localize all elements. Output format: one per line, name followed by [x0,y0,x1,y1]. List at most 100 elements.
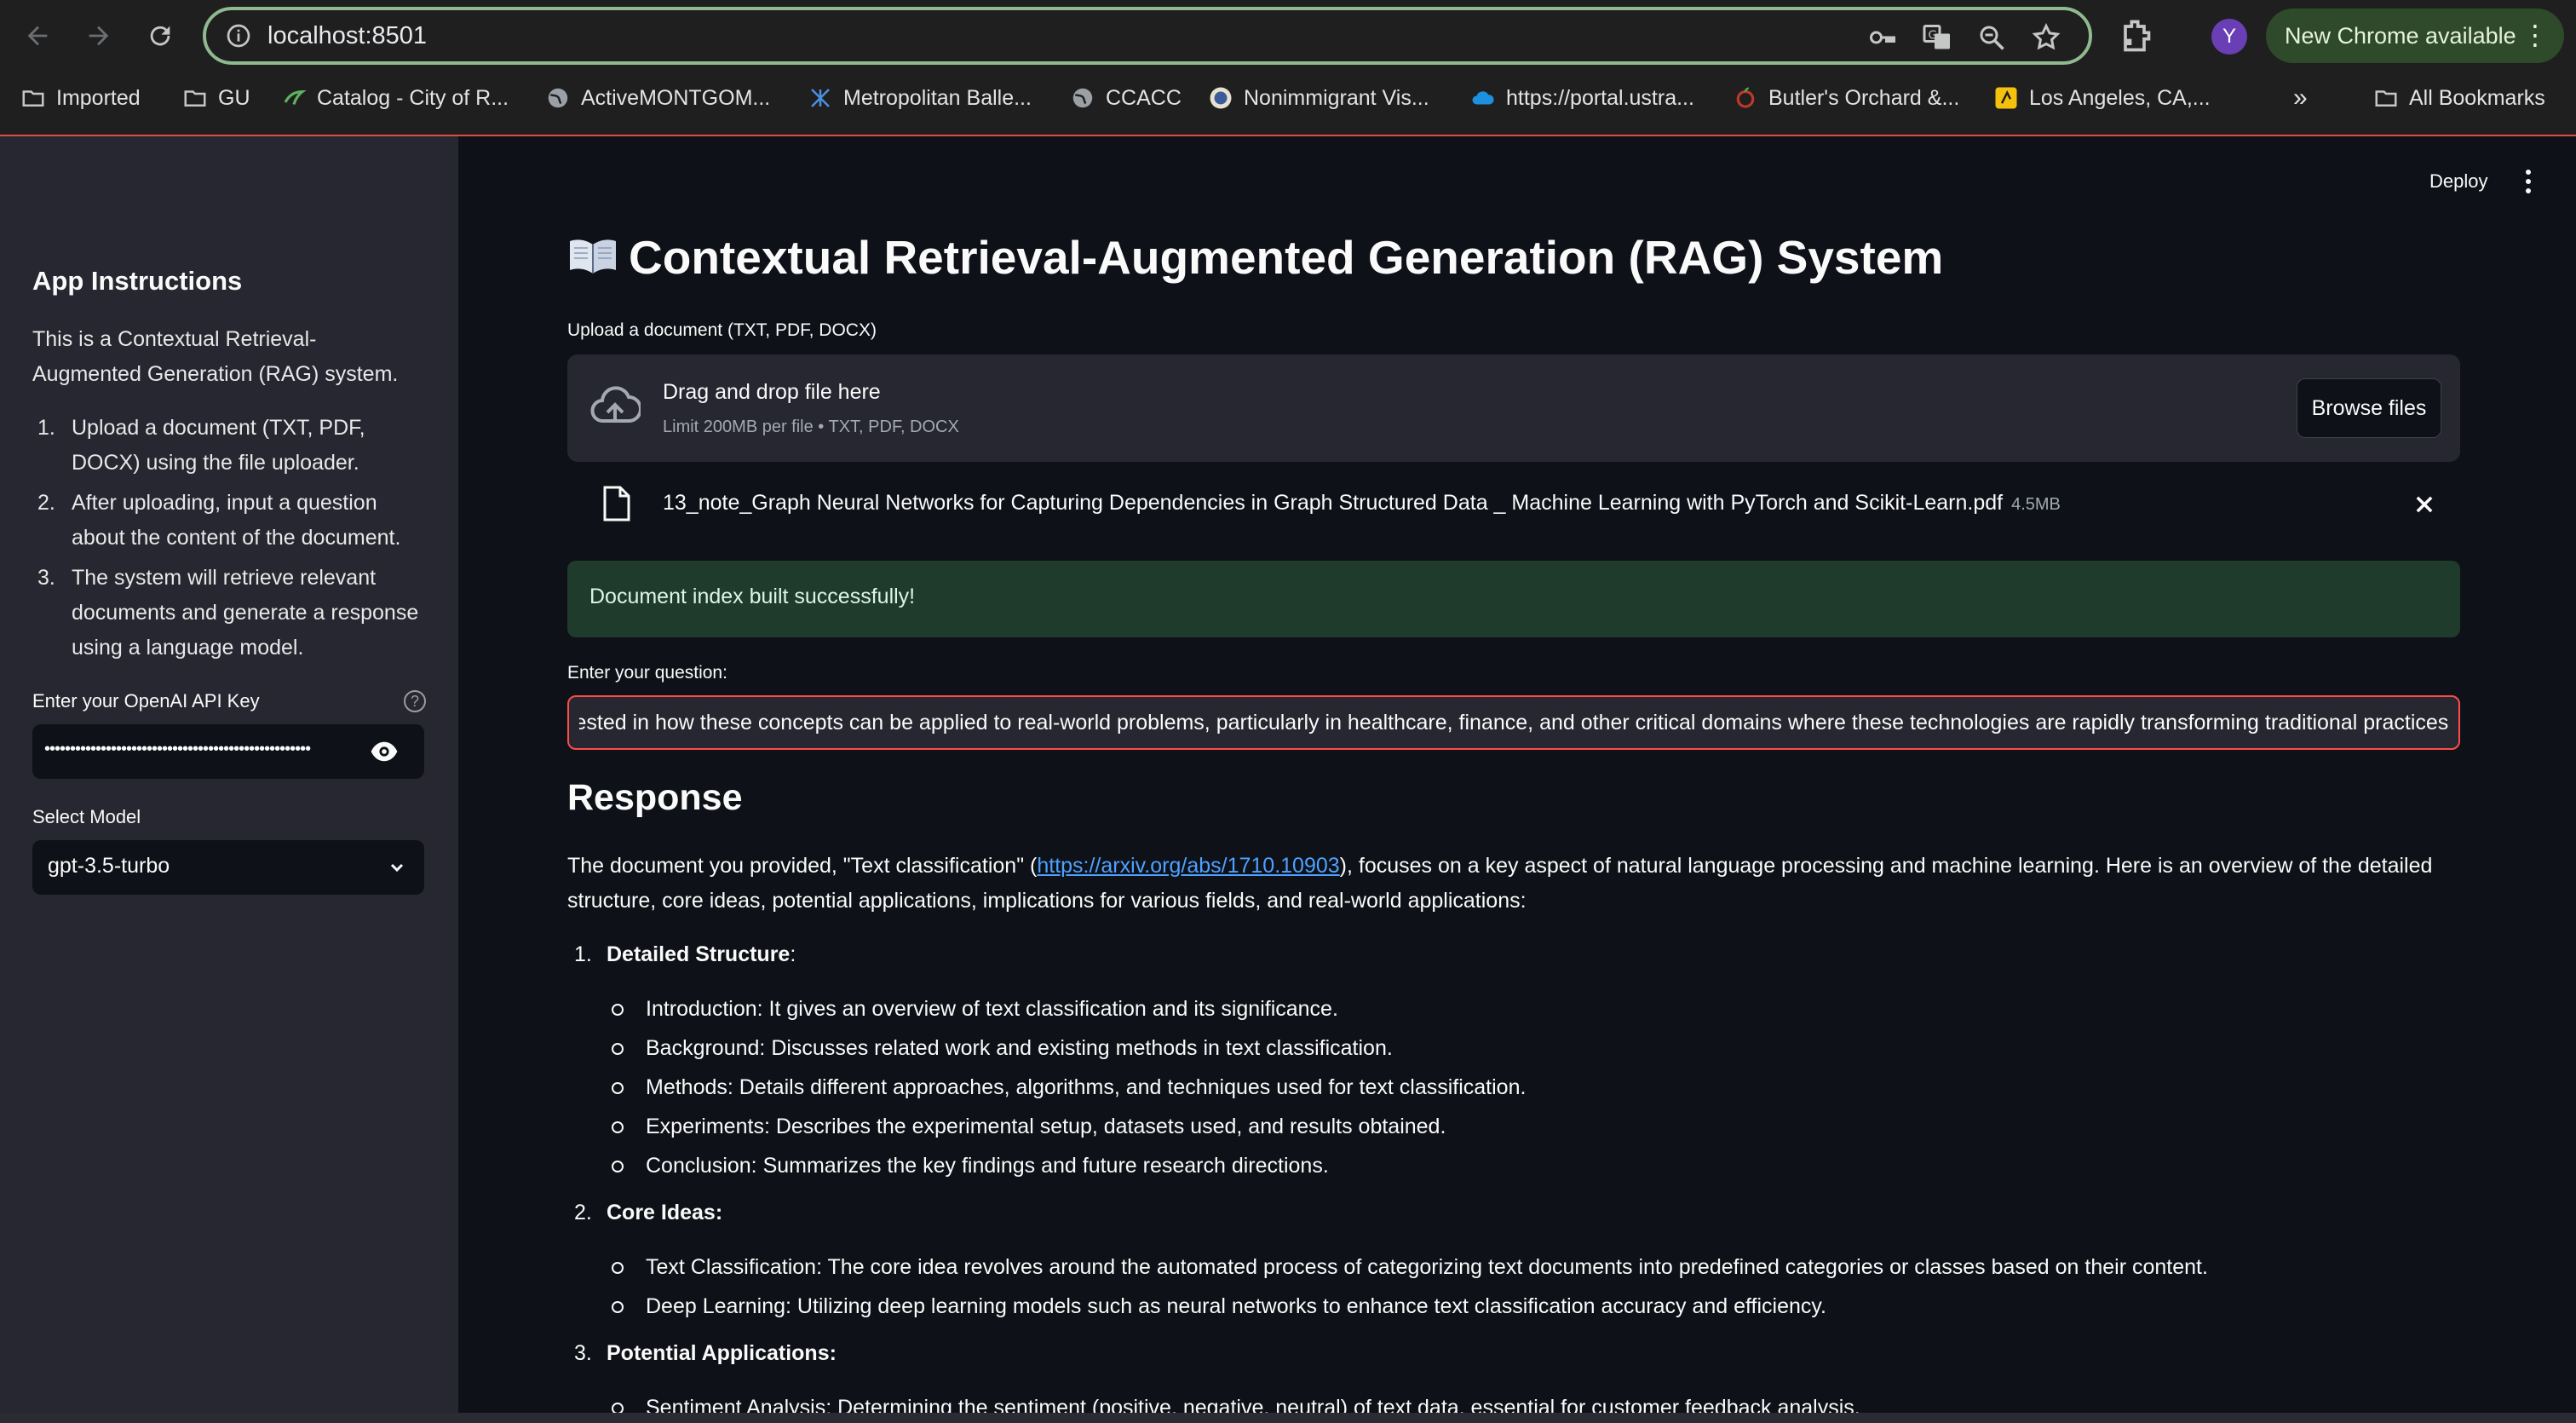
list-item: Text Classification: The core idea revol… [607,1247,2475,1287]
bookmark-item[interactable]: Catalog - City of R... [281,77,509,119]
bookmark-item[interactable]: Imported [20,77,141,119]
arxiv-link[interactable]: https://arxiv.org/abs/1710.10903 [1037,854,1339,878]
browser-toolbar: localhost:8501 G Y New Chrome available … [0,0,2576,72]
translate-icon[interactable]: G [1922,22,1952,53]
help-icon[interactable]: ? [404,690,426,712]
bookmark-item[interactable]: https://portal.ustra... [1470,77,1694,119]
bookmark-item[interactable]: Los Angeles, CA,... [1993,77,2211,119]
step-number: 3. [37,566,55,590]
section-bullets: Introduction: It gives an overview of te… [607,989,2475,1185]
folder-icon [22,90,44,107]
step-text: After uploading, input a question about … [72,491,401,550]
response-section: 1. Detailed Structure: Introduction: It g… [567,937,2475,1185]
site-info-icon[interactable] [225,22,252,49]
bookmark-label: All Bookmarks [2409,85,2545,110]
section-suffix: : [790,942,796,966]
more-vertical-icon[interactable]: ⋮ [2521,19,2549,51]
bookmark-item[interactable]: ActiveMONTGOM... [545,77,770,119]
step-text: Upload a document (TXT, PDF, DOCX) using… [72,416,365,475]
api-key-masked-value[interactable]: ••••••••••••••••••••••••••••••••••••••••… [44,740,378,759]
ballet-icon [811,89,830,107]
api-key-input[interactable]: ••••••••••••••••••••••••••••••••••••••••… [32,724,424,779]
svg-text:G: G [1929,29,1937,43]
new-chrome-available-button[interactable]: New Chrome available ⋮ [2266,9,2564,63]
list-item: Introduction: It gives an overview of te… [607,989,2475,1028]
close-icon[interactable] [2412,493,2436,516]
chevron-down-icon [390,863,404,873]
response-section: 3. Potential Applications: Sentiment Anal… [567,1336,2475,1423]
reload-button[interactable] [140,15,181,56]
section-number: 3. [574,1341,592,1365]
uploaded-file: 13_note_Graph Neural Networks for Captur… [567,477,2460,532]
instruction-steps: 1. Upload a document (TXT, PDF, DOCX) usi… [32,411,433,671]
bookmark-label: https://portal.ustra... [1506,85,1694,110]
url-text[interactable]: localhost:8501 [267,22,427,50]
response-heading: Response [567,777,743,818]
sidebar-description: This is a Contextual Retrieval-Augmented… [32,327,399,386]
arrow-left-icon [27,26,48,46]
bookmark-item[interactable]: Nonimmigrant Vis... [1208,77,1429,119]
bookmark-label: Los Angeles, CA,... [2029,85,2211,110]
bookmark-label: Imported [56,85,141,110]
bookmark-item[interactable]: Metropolitan Balle... [808,77,1032,119]
reload-icon [150,26,170,46]
file-dropzone[interactable]: Drag and drop file here Limit 200MB per … [567,354,2460,462]
instruction-step: 1. Upload a document (TXT, PDF, DOCX) usi… [32,411,433,481]
deploy-button[interactable]: Deploy [2429,170,2487,193]
model-selected-value: gpt-3.5-turbo [48,854,170,878]
orchard-icon [1736,87,1755,108]
folder-icon [2375,90,2397,107]
address-bar[interactable]: localhost:8501 G [203,7,2092,65]
list-item: Conclusion: Summarizes the key findings … [607,1146,2475,1185]
sidebar-title: App Instructions [32,266,243,296]
response-body: The document you provided, "Text classif… [567,849,2475,1423]
folder-icon [184,90,206,107]
window-bottom-edge [0,1413,2576,1423]
model-select[interactable]: gpt-3.5-turbo [32,840,424,895]
arrow-right-icon [89,26,109,46]
question-label: Enter your question: [567,663,727,683]
bookmark-item[interactable]: GU [182,77,250,119]
bookmark-label: Catalog - City of R... [317,85,509,110]
list-item: Experiments: Describes the experimental … [607,1107,2475,1146]
sidebar: App Instructions This is a Contextual Re… [0,136,458,1423]
bookmark-label: Nonimmigrant Vis... [1244,85,1429,110]
bookmark-star-icon[interactable] [2031,22,2061,53]
bookmark-label: Butler's Orchard &... [1768,85,1960,110]
section-number: 1. [574,942,592,966]
step-number: 1. [37,416,55,440]
section-title: Potential Applications: [607,1341,837,1365]
profile-avatar[interactable]: Y [2211,19,2247,55]
bookmark-label: Metropolitan Balle... [843,85,1032,110]
show-password-icon[interactable] [370,740,399,763]
browse-files-button[interactable]: Browse files [2297,378,2441,438]
main-menu-icon[interactable] [2520,167,2537,196]
bookmark-item[interactable]: CCACC [1070,77,1182,119]
drop-instructions: Drag and drop file here [663,380,881,404]
forward-button[interactable] [78,15,119,56]
step-text: The system will retrieve relevant docume… [72,566,419,660]
book-icon [570,239,616,274]
question-input[interactable] [569,697,2458,748]
update-label: New Chrome available [2285,22,2516,49]
browser-chrome: localhost:8501 G Y New Chrome available … [0,0,2576,136]
bookmarks-overflow-button[interactable]: » [2293,77,2308,119]
back-button[interactable] [17,15,58,56]
page-title: Contextual Retrieval-Augmented Generatio… [567,230,1943,285]
list-item: Background: Discusses related work and e… [607,1028,2475,1068]
step-number: 2. [37,491,55,515]
response-sections: 1. Detailed Structure: Introduction: It g… [567,937,2475,1423]
instruction-step: 2. After uploading, input a question abou… [32,486,433,556]
question-input-wrapper[interactable] [567,695,2460,750]
zoom-icon[interactable] [1976,22,2007,53]
map-icon [1995,87,2017,109]
api-key-label: Enter your OpenAI API Key [32,690,260,712]
key-icon[interactable] [1867,22,1898,53]
file-name: 13_note_Graph Neural Networks for Captur… [663,491,2061,516]
success-alert: Document index built successfully! [567,561,2460,637]
response-section: 2. Core Ideas: Text Classification: The c… [567,1195,2475,1326]
bookmark-item[interactable]: Butler's Orchard &... [1733,77,1959,119]
instruction-step: 3. The system will retrieve relevant docu… [32,561,433,665]
all-bookmarks-button[interactable]: All Bookmarks [2373,77,2545,119]
extensions-icon[interactable] [2116,17,2153,55]
